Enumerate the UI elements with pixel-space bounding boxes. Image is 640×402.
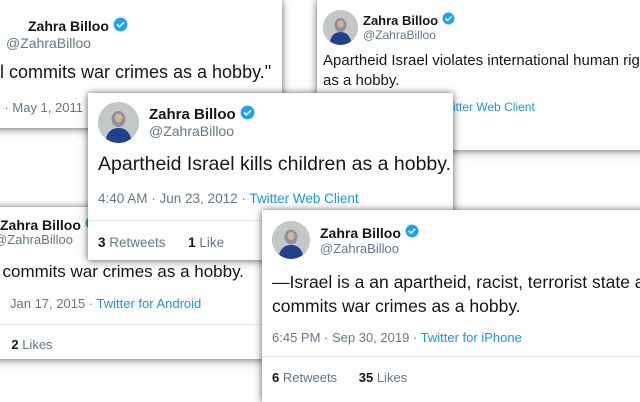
retweets-count[interactable]: 6 xyxy=(272,370,279,385)
tweet-stats[interactable]: 6 Retweets 35 Likes xyxy=(272,370,407,385)
tweet-stats[interactable]: 3 Retweets 1 Like xyxy=(98,235,224,250)
likes-count[interactable]: 35 xyxy=(359,370,373,385)
tweet-timestamp[interactable]: 6:45 PM · Sep 30, 2019 · Twitter for iPh… xyxy=(272,330,522,345)
avatar[interactable] xyxy=(323,10,358,45)
tweet-card-2019: Zahra Billoo @ZahraBilloo —Israel is a a… xyxy=(262,210,640,402)
verified-badge-icon xyxy=(442,12,455,28)
stats-divider xyxy=(0,324,278,325)
tweet-text-line1: —Israel is a an apartheid, racist, terro… xyxy=(272,272,640,292)
tweet-text: el commits war crimes as a hobby." xyxy=(0,62,272,82)
retweets-label[interactable]: Retweets xyxy=(109,235,165,250)
tweet-source[interactable]: Twitter for iPhone xyxy=(421,330,522,345)
tweet-source[interactable]: itter Web Client xyxy=(453,100,535,114)
tweet-timestamp[interactable]: M · May 1, 2011 · xyxy=(0,100,91,115)
tweet-timestamp[interactable]: 4:40 AM · Jun 23, 2012 · Twitter Web Cli… xyxy=(98,191,359,206)
likes-count[interactable]: 1 xyxy=(188,235,196,250)
likes-label[interactable]: Likes xyxy=(377,370,407,385)
author-name[interactable]: Zahra Billoo xyxy=(28,17,128,35)
stats-divider xyxy=(262,356,640,357)
verified-badge-icon xyxy=(113,17,128,35)
tweet-text: l commits war crimes as a hobby. xyxy=(0,262,245,281)
avatar[interactable] xyxy=(272,221,310,259)
author-name[interactable]: Zahra Billoo xyxy=(0,216,99,233)
likes-label[interactable]: Like xyxy=(199,235,224,250)
retweets-label[interactable]: Retweets xyxy=(283,370,337,385)
author-handle[interactable]: @ZahraBilloo xyxy=(320,241,399,256)
author-name[interactable]: Zahra Billoo xyxy=(149,105,255,124)
avatar[interactable] xyxy=(98,102,139,143)
verified-badge-icon xyxy=(240,105,255,124)
author-handle[interactable]: @ZahraBilloo xyxy=(0,232,73,247)
tweet-text: Apartheid Israel kills children as a hob… xyxy=(98,153,451,175)
tweet-text-line2: commits war crimes as a hobby. xyxy=(272,296,521,316)
author-handle[interactable]: @ZahraBilloo xyxy=(363,28,436,42)
author-handle[interactable]: @ZahraBilloo xyxy=(149,123,234,139)
author-name[interactable]: Zahra Billoo xyxy=(363,12,455,28)
tweet-stats[interactable]: s 2 Likes xyxy=(0,337,53,352)
verified-badge-icon xyxy=(405,224,419,241)
retweets-count[interactable]: 3 xyxy=(98,235,106,250)
tweet-timestamp[interactable]: Jan 17, 2015 · Twitter for Android xyxy=(10,296,201,311)
author-handle[interactable]: @ZahraBilloo xyxy=(6,35,91,51)
tweet-source[interactable]: Twitter Web Client xyxy=(249,191,358,206)
tweet-text-line2: as a hobby. xyxy=(323,72,400,89)
author-name[interactable]: Zahra Billoo xyxy=(320,224,419,241)
tweet-text-line1: Apartheid Israel violates international … xyxy=(323,52,640,69)
